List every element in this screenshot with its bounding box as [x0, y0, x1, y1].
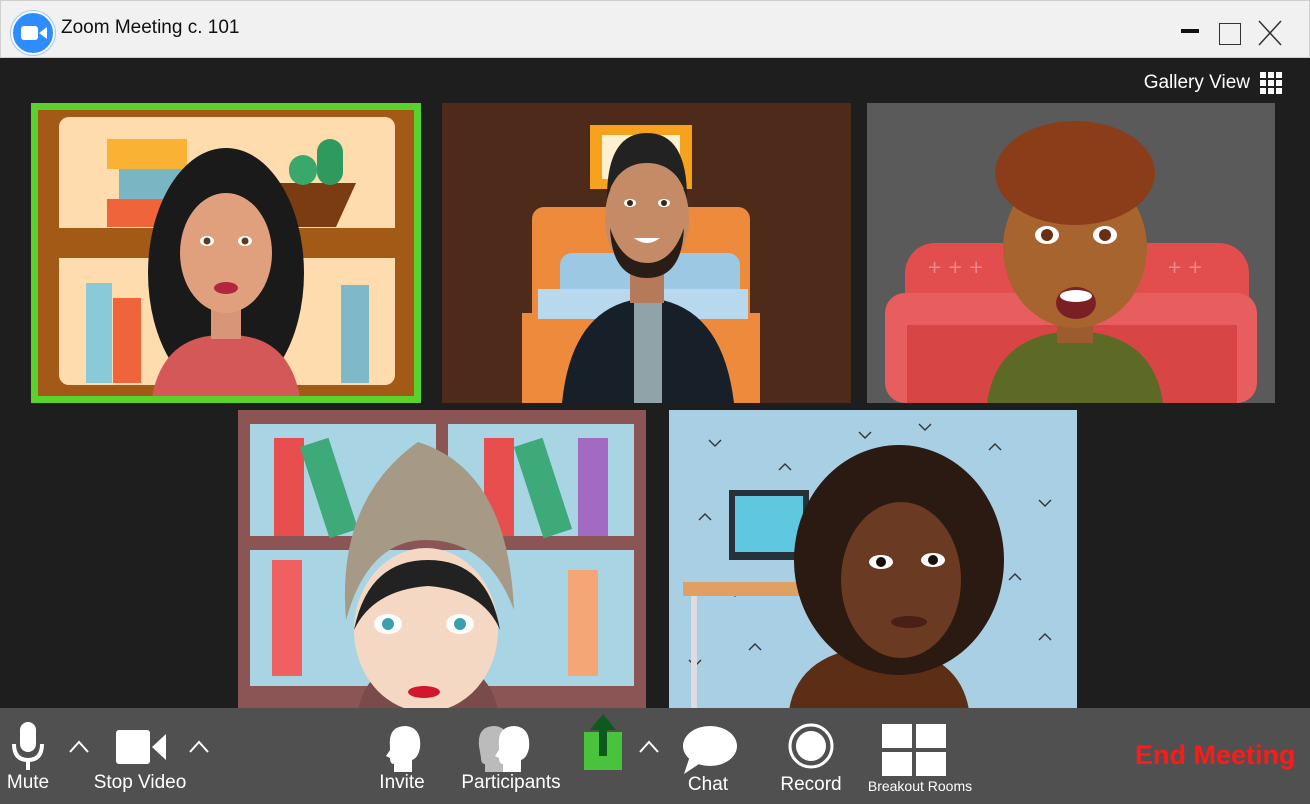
- stop-video-button[interactable]: Stop Video: [86, 708, 196, 804]
- share-screen-icon[interactable]: [582, 712, 624, 772]
- mute-label: Mute: [6, 772, 50, 793]
- record-button[interactable]: Record: [776, 708, 846, 804]
- gallery-view-toggle[interactable]: Gallery View: [1144, 72, 1282, 94]
- close-icon[interactable]: [1257, 19, 1283, 47]
- video-tile-1[interactable]: [31, 103, 421, 403]
- video-tile-5[interactable]: [669, 410, 1077, 710]
- breakout-rooms-button[interactable]: Breakout Rooms: [862, 708, 978, 804]
- chevron-up-icon[interactable]: [638, 736, 660, 758]
- chat-label: Chat: [687, 774, 729, 795]
- end-meeting-button[interactable]: End Meeting: [1135, 740, 1296, 771]
- record-label: Record: [780, 774, 842, 795]
- video-tile-3[interactable]: + + + + +: [867, 103, 1275, 403]
- chat-button[interactable]: Chat: [676, 708, 740, 804]
- invite-button[interactable]: Invite: [370, 708, 434, 804]
- invite-label: Invite: [379, 772, 425, 793]
- title-bar: Zoom Meeting c. 101: [0, 0, 1310, 58]
- svg-text:+ + +: + + +: [927, 257, 984, 278]
- breakout-rooms-label: Breakout Rooms: [867, 778, 973, 794]
- mute-button[interactable]: Mute: [0, 708, 56, 804]
- participants-button[interactable]: Participants: [455, 708, 565, 804]
- microphone-icon: [12, 722, 44, 770]
- participants-icon: [478, 726, 530, 772]
- participants-label: Participants: [461, 772, 561, 793]
- record-icon: [788, 723, 834, 769]
- minimize-icon[interactable]: [1181, 29, 1199, 33]
- svg-text:+ +: + +: [1167, 257, 1203, 278]
- video-tile-4[interactable]: [238, 410, 646, 710]
- chat-icon: [683, 726, 737, 774]
- zoom-logo-icon: [11, 11, 55, 55]
- gallery-grid-icon: [1260, 72, 1282, 94]
- gallery-view-label: Gallery View: [1143, 72, 1250, 93]
- video-tile-2[interactable]: [442, 103, 851, 403]
- chevron-up-icon[interactable]: [188, 736, 210, 758]
- breakout-rooms-icon: [882, 724, 946, 776]
- stop-video-label: Stop Video: [93, 772, 187, 793]
- invite-icon: [386, 726, 421, 772]
- maximize-icon[interactable]: [1219, 23, 1241, 45]
- camera-icon: [116, 730, 166, 764]
- window-title: Zoom Meeting c. 101: [61, 17, 240, 38]
